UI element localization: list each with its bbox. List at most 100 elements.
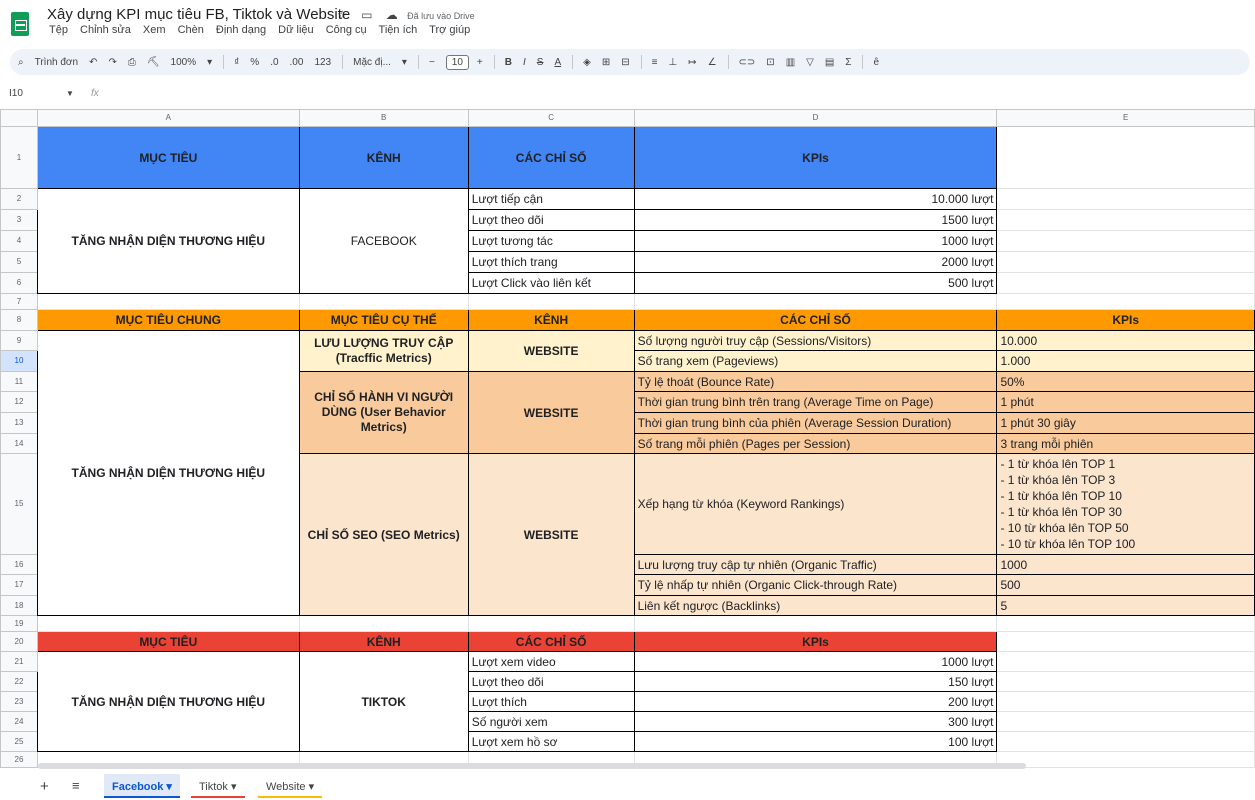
- cell[interactable]: [996, 751, 1255, 768]
- row-header[interactable]: 15: [0, 453, 38, 555]
- chevron-down-icon[interactable]: ▾: [231, 781, 237, 793]
- cell[interactable]: [996, 615, 1255, 632]
- menu-extensions[interactable]: Tiện ích: [379, 24, 418, 36]
- filter-icon[interactable]: ▽: [806, 57, 814, 68]
- increase-decimal-button[interactable]: .00: [290, 57, 304, 68]
- merge-cells-icon[interactable]: ⊟: [621, 57, 629, 68]
- currency-button[interactable]: ₫: [234, 57, 239, 68]
- menu-tools[interactable]: Công cụ: [326, 24, 367, 36]
- font-size-decrease-button[interactable]: −: [429, 57, 435, 68]
- functions-icon[interactable]: Σ: [845, 57, 851, 68]
- sheet-grid[interactable]: A B C D E 1 MỤC TIÊU KÊNH CÁC CHỈ SỐ KPI…: [0, 109, 1255, 768]
- cell[interactable]: [633, 615, 998, 632]
- menu-help[interactable]: Trợ giúp: [429, 24, 470, 36]
- cell[interactable]: [996, 230, 1255, 252]
- star-icon[interactable]: ☆: [337, 8, 348, 22]
- web-metric-cell[interactable]: Số trang mỗi phiên (Pages per Session): [633, 433, 998, 454]
- tt-metric-cell[interactable]: Số người xem: [467, 711, 635, 732]
- link-icon[interactable]: ⊂⊃: [739, 57, 756, 68]
- cell[interactable]: [996, 731, 1255, 752]
- comment-icon[interactable]: ⊡: [766, 57, 774, 68]
- text-wrap-icon[interactable]: ↦: [688, 57, 696, 68]
- fb-metric-cell[interactable]: Lượt thích trang: [467, 251, 635, 273]
- row-header[interactable]: 16: [0, 554, 38, 575]
- web-channel-cell[interactable]: WEBSITE: [467, 453, 635, 616]
- row-header[interactable]: 7: [0, 293, 38, 310]
- text-color-button[interactable]: A: [554, 57, 561, 68]
- tt-channel-cell[interactable]: TIKTOK: [298, 651, 469, 752]
- row-header[interactable]: 17: [0, 574, 38, 596]
- web-metric-cell[interactable]: Thời gian trung bình của phiên (Average …: [633, 412, 998, 434]
- cell[interactable]: [36, 293, 300, 310]
- paint-format-button[interactable]: ⛏: [147, 57, 160, 68]
- borders-icon[interactable]: ⊞: [602, 57, 610, 68]
- decrease-decimal-button[interactable]: .0: [270, 57, 278, 68]
- web-traffic-goal-cell[interactable]: LƯU LƯỢNG TRUY CẬP (Tracffic Metrics): [298, 330, 469, 372]
- menu-view[interactable]: Xem: [143, 24, 166, 36]
- cell[interactable]: [996, 691, 1255, 712]
- cell[interactable]: [298, 615, 469, 632]
- web-kpi-cell[interactable]: 50%: [996, 371, 1255, 392]
- web-metric-cell[interactable]: Tỷ lệ thoát (Bounce Rate): [633, 371, 998, 392]
- row-header[interactable]: 12: [0, 391, 38, 413]
- row-header[interactable]: 26: [0, 751, 38, 768]
- cell[interactable]: [467, 293, 635, 310]
- tt-goal-cell[interactable]: TĂNG NHẬN DIỆN THƯƠNG HIỆU: [36, 651, 300, 752]
- fb-kpi-cell[interactable]: 1500 lượt: [633, 209, 998, 231]
- web-behavior-goal-cell[interactable]: CHỈ SỐ HÀNH VI NGƯỜI DÙNG (User Behavior…: [298, 371, 469, 454]
- all-sheets-icon[interactable]: ≡: [72, 778, 80, 793]
- web-kpi-cell[interactable]: - 1 từ khóa lên TOP 1 - 1 từ khóa lên TO…: [996, 453, 1255, 555]
- web-header-channel[interactable]: KÊNH: [467, 309, 635, 331]
- cell[interactable]: [996, 631, 1255, 652]
- sheets-logo-icon[interactable]: [11, 12, 29, 36]
- row-header[interactable]: 2: [0, 188, 38, 210]
- fb-metric-cell[interactable]: Lượt tương tác: [467, 230, 635, 252]
- zoom-select[interactable]: 100%: [171, 57, 197, 68]
- row-header[interactable]: 1: [0, 126, 38, 189]
- tt-metric-cell[interactable]: Lượt thích: [467, 691, 635, 712]
- cell[interactable]: [996, 651, 1255, 672]
- tab-tiktok[interactable]: Tiktok ▾: [191, 774, 245, 798]
- web-metric-cell[interactable]: Tỷ lệ nhấp tự nhiên (Organic Click-throu…: [633, 574, 998, 596]
- web-kpi-cell[interactable]: 1000: [996, 554, 1255, 575]
- fill-color-icon[interactable]: ◈: [583, 57, 591, 68]
- input-tools-icon[interactable]: ȇ: [873, 57, 879, 68]
- row-header[interactable]: 24: [0, 711, 38, 732]
- tt-kpi-cell[interactable]: 100 lượt: [633, 731, 998, 752]
- align-horizontal-icon[interactable]: ≡: [652, 57, 658, 68]
- web-metric-cell[interactable]: Liên kết ngược (Backlinks): [633, 595, 998, 616]
- align-vertical-icon[interactable]: ⊥: [668, 57, 677, 68]
- tab-website[interactable]: Website ▾: [258, 774, 323, 798]
- fb-metric-cell[interactable]: Lượt Click vào liên kết: [467, 272, 635, 294]
- row-header[interactable]: 4: [0, 230, 38, 252]
- redo-button[interactable]: ↷: [108, 57, 116, 68]
- row-header[interactable]: 11: [0, 371, 38, 392]
- fb-header-metrics[interactable]: CÁC CHỈ SỐ: [467, 126, 635, 189]
- web-metric-cell[interactable]: Xếp hạng từ khóa (Keyword Rankings): [633, 453, 998, 555]
- row-header[interactable]: 3: [0, 209, 38, 231]
- web-metric-cell[interactable]: Lưu lượng truy cập tự nhiên (Organic Tra…: [633, 554, 998, 575]
- web-kpi-cell[interactable]: 1 phút: [996, 391, 1255, 413]
- tt-kpi-cell[interactable]: 1000 lượt: [633, 651, 998, 672]
- web-header-general-goal[interactable]: MỤC TIÊU CHUNG: [36, 309, 300, 331]
- fb-kpi-cell[interactable]: 1000 lượt: [633, 230, 998, 252]
- web-kpi-cell[interactable]: 3 trang mỗi phiên: [996, 433, 1255, 454]
- name-box[interactable]: I10: [9, 88, 23, 99]
- more-formats-button[interactable]: 123: [314, 57, 331, 68]
- font-size-input[interactable]: 10: [445, 54, 469, 70]
- filter-views-icon[interactable]: ▤: [825, 57, 834, 68]
- menu-insert[interactable]: Chèn: [178, 24, 204, 36]
- row-header[interactable]: 18: [0, 595, 38, 616]
- column-header[interactable]: A: [36, 109, 300, 127]
- tt-header-kpis[interactable]: KPIs: [633, 631, 998, 652]
- fb-header-goal[interactable]: MỤC TIÊU: [36, 126, 300, 189]
- menu-format[interactable]: Định dạng: [216, 24, 266, 36]
- add-sheet-icon[interactable]: +: [40, 778, 49, 795]
- fb-header-kpis[interactable]: KPIs: [633, 126, 998, 189]
- column-header[interactable]: C: [467, 109, 635, 127]
- web-goal-cell[interactable]: TĂNG NHẬN DIỆN THƯƠNG HIỆU: [36, 330, 300, 616]
- cell[interactable]: [298, 293, 469, 310]
- tt-metric-cell[interactable]: Lượt xem video: [467, 651, 635, 672]
- web-header-kpis[interactable]: KPIs: [996, 309, 1255, 331]
- print-button[interactable]: ⎙: [128, 57, 136, 68]
